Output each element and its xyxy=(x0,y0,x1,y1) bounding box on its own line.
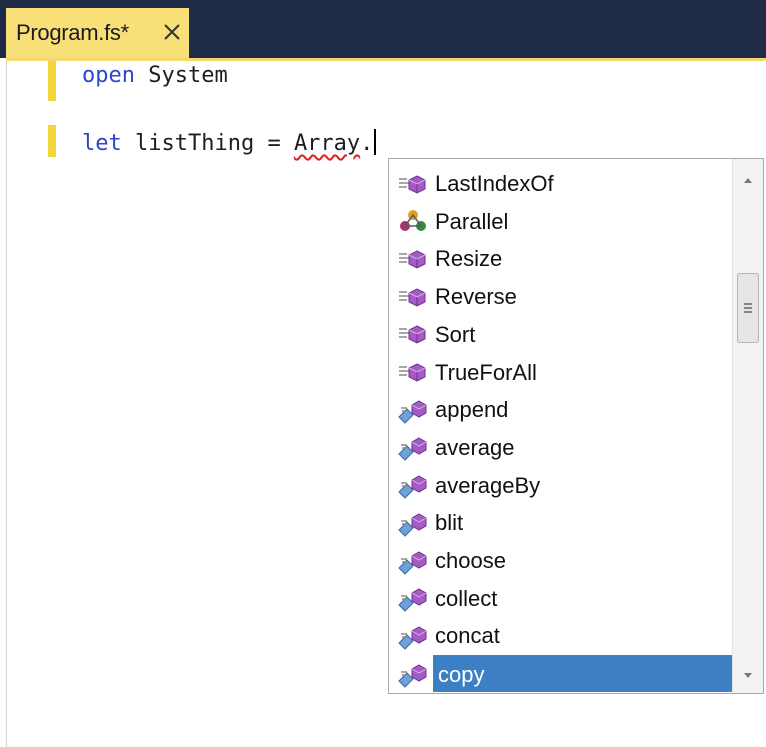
change-marker xyxy=(48,125,56,157)
completion-item-copy[interactable]: copy xyxy=(391,655,735,693)
completion-item-label: Reverse xyxy=(435,284,517,310)
completion-item-label: Parallel xyxy=(435,208,509,234)
scroll-down-icon[interactable] xyxy=(733,663,763,689)
completion-item-blit[interactable]: blit xyxy=(391,504,735,541)
code-line-2: let listThing = Array. xyxy=(82,129,377,156)
completion-item-label: Resize xyxy=(435,246,503,272)
completion-item-reverse[interactable]: Reverse xyxy=(391,278,735,315)
completion-item-collect[interactable]: collect xyxy=(391,580,735,617)
completion-item-label: averageBy xyxy=(435,472,541,498)
extension-method-icon xyxy=(395,508,433,538)
extension-method-icon xyxy=(395,432,433,462)
method-icon xyxy=(395,244,433,274)
completion-item-label: append xyxy=(435,397,509,423)
change-marker xyxy=(48,61,56,101)
completion-item-label: copy xyxy=(433,655,735,693)
extension-method-icon xyxy=(395,546,433,576)
extension-method-icon xyxy=(395,470,433,500)
completion-item-label: blit xyxy=(435,510,464,536)
completion-item-label: Sort xyxy=(435,321,476,347)
completion-popup: LastIndexOf Parallel Resize Reverse Sort True… xyxy=(388,158,764,694)
completion-item-trueforall[interactable]: TrueForAll xyxy=(391,354,735,391)
completion-item-label: TrueForAll xyxy=(435,359,537,385)
code-text: System xyxy=(134,63,228,88)
code-text: listThing = xyxy=(121,131,294,156)
completion-item-label: average xyxy=(435,434,515,460)
code-line-1: open System xyxy=(82,63,228,88)
completion-item-label: collect xyxy=(435,585,498,611)
completion-item-parallel[interactable]: Parallel xyxy=(391,203,735,240)
extension-method-icon xyxy=(395,583,433,613)
namespace-icon xyxy=(395,206,433,236)
tab-title: Program.fs* xyxy=(16,20,129,45)
method-icon xyxy=(395,357,433,387)
text-caret xyxy=(374,129,377,155)
completion-item-resize[interactable]: Resize xyxy=(391,240,735,277)
scroll-thumb[interactable] xyxy=(737,273,759,343)
completion-item-lastindexof[interactable]: LastIndexOf xyxy=(391,165,735,202)
completion-item-concat[interactable]: concat xyxy=(391,617,735,654)
completion-item-choose[interactable]: choose xyxy=(391,542,735,579)
code-text: . xyxy=(360,131,374,156)
completion-scrollbar[interactable] xyxy=(732,159,763,693)
completion-item-averageby[interactable]: averageBy xyxy=(391,467,735,504)
method-icon xyxy=(395,169,433,199)
extension-method-icon xyxy=(395,395,433,425)
keyword: let xyxy=(82,131,122,156)
completion-item-label: LastIndexOf xyxy=(435,171,554,196)
error-squiggle-text: Array xyxy=(293,131,361,156)
completion-item-sort[interactable]: Sort xyxy=(391,316,735,353)
method-icon xyxy=(395,282,433,312)
close-icon[interactable] xyxy=(159,19,185,45)
completion-item-label: concat xyxy=(435,623,500,649)
keyword: open xyxy=(82,63,135,88)
editor-left-border xyxy=(6,61,7,747)
scroll-up-icon[interactable] xyxy=(733,167,763,193)
extension-method-icon xyxy=(395,659,433,689)
method-icon xyxy=(395,319,433,349)
completion-item-label: choose xyxy=(435,548,506,573)
tab-bar: Program.fs* xyxy=(0,0,766,58)
completion-item-append[interactable]: append xyxy=(391,391,735,428)
tab-program-fs[interactable]: Program.fs* xyxy=(6,8,189,58)
completion-item-average[interactable]: average xyxy=(391,429,735,466)
extension-method-icon xyxy=(395,621,433,651)
